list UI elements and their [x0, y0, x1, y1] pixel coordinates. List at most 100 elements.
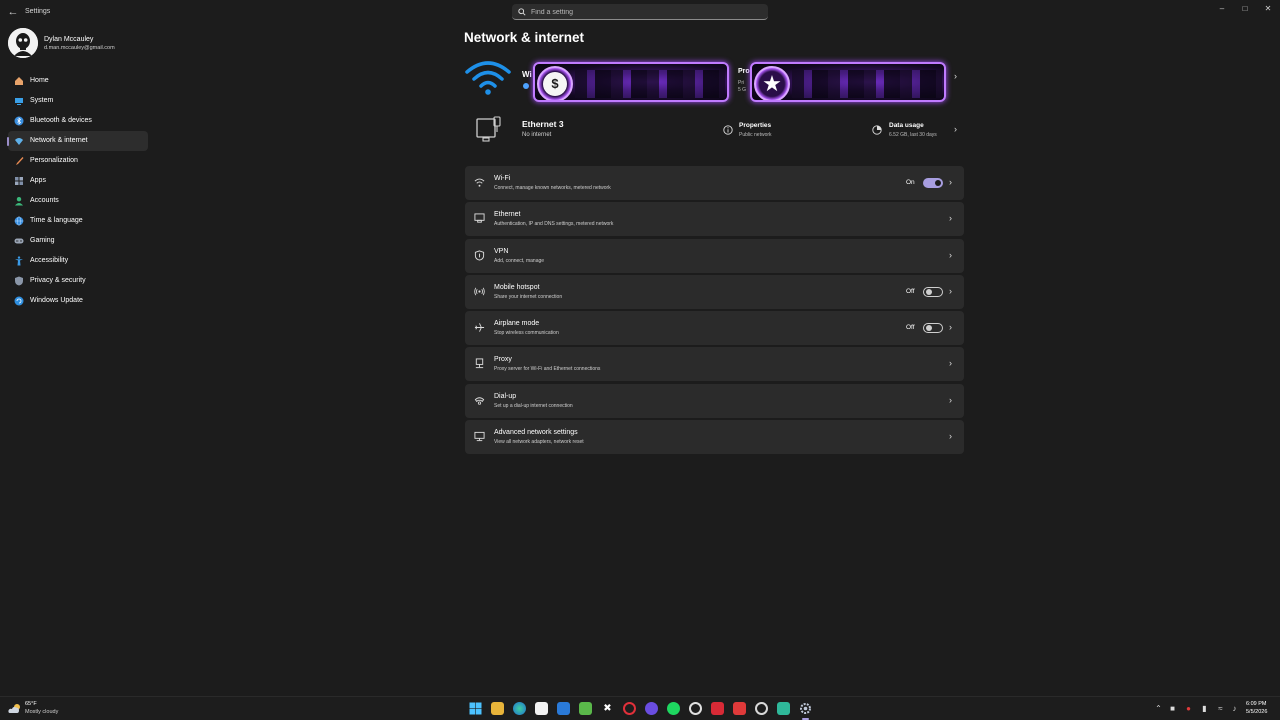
tray-record-icon[interactable]: ● [1184, 704, 1193, 713]
sidebar-item-label: Apps [30, 177, 46, 184]
chevron-right-icon[interactable]: › [949, 250, 952, 260]
search-box[interactable] [512, 4, 768, 20]
chevron-right-icon[interactable]: › [949, 358, 952, 368]
gamepad-icon [14, 238, 24, 244]
volume-icon[interactable]: ♪ [1230, 704, 1239, 713]
sidebar-item-gaming[interactable]: Gaming [8, 231, 148, 251]
search-input[interactable] [531, 5, 751, 19]
settings-taskbar-icon[interactable] [799, 702, 812, 720]
sidebar-item-label: Time & language [30, 217, 83, 224]
back-button[interactable]: ← [6, 5, 20, 19]
apps-icon [15, 177, 23, 185]
bluetooth-icon [14, 116, 24, 126]
app-red-icon[interactable] [711, 702, 724, 715]
avatar[interactable] [8, 28, 38, 58]
chevron-right-icon[interactable]: › [954, 71, 957, 81]
wifi-tray-icon[interactable]: ≈ [1216, 704, 1225, 713]
star-badge: ★ [754, 66, 790, 100]
wifi-network-label[interactable]: Wi [522, 70, 532, 79]
weather-description[interactable]: Mostly cloudy [25, 709, 58, 715]
row-mobile-hotspot[interactable]: Mobile hotspot Share your internet conne… [465, 274, 964, 309]
row-ethernet[interactable]: Ethernet Authentication, IP and DNS sett… [465, 202, 964, 237]
chevron-up-icon[interactable]: ⌃ [1154, 704, 1163, 713]
sidebar-item-label: Gaming [30, 237, 55, 244]
sidebar-item-time-language[interactable]: Time & language [8, 211, 148, 231]
sidebar-item-home[interactable]: Home [8, 71, 148, 91]
row-subtitle: Proxy server for Wi-Fi and Ethernet conn… [494, 366, 601, 373]
data-usage-sub: 6.52 GB, last 30 days [889, 132, 937, 138]
cloud-icon[interactable] [8, 703, 22, 714]
page-title: Network & internet [464, 30, 585, 45]
opera-icon[interactable] [623, 702, 636, 715]
clock-time[interactable]: 6:09 PM [1246, 701, 1266, 707]
mobile-hotspot-toggle[interactable] [923, 286, 943, 297]
app-green-icon[interactable] [777, 702, 790, 715]
toggle-state-label: Off [906, 324, 915, 332]
banner-texture [792, 70, 942, 98]
minimize-button[interactable]: – [1212, 3, 1232, 15]
edge-icon[interactable] [513, 702, 526, 715]
sidebar-item-bluetooth[interactable]: Bluetooth & devices [8, 111, 148, 131]
steam-icon[interactable] [689, 702, 702, 715]
chevron-right-icon[interactable]: › [954, 124, 957, 134]
wifi-toggle[interactable] [923, 178, 943, 188]
microphone-icon[interactable]: ▮ [1200, 704, 1209, 713]
recorder-icon[interactable] [733, 702, 746, 715]
clock-date[interactable]: 5/5/2026 [1246, 709, 1267, 715]
sidebar-item-accounts[interactable]: Accounts [8, 191, 148, 211]
properties-sub: Public network [739, 132, 772, 138]
weather-temperature[interactable]: 65°F [25, 701, 37, 707]
data-usage-link[interactable]: Data usage [889, 122, 924, 129]
toggle-state-label: Off [906, 287, 915, 295]
sidebar-item-system[interactable]: System [8, 91, 148, 111]
wifi-properties-label[interactable]: Pro [738, 68, 750, 75]
sidebar-item-personalization[interactable]: Personalization [8, 151, 148, 171]
sidebar-item-apps[interactable]: Apps [8, 171, 148, 191]
globe-icon [14, 216, 24, 226]
user-name: Dylan Mccauley [44, 36, 94, 43]
row-subtitle: Authentication, IP and DNS settings, met… [494, 221, 614, 228]
notepad-icon[interactable] [579, 702, 592, 715]
chevron-right-icon[interactable]: › [949, 431, 952, 441]
chevron-right-icon[interactable]: › [949, 395, 952, 405]
gear-icon [800, 703, 811, 714]
sidebar-item-windows-update[interactable]: Windows Update [8, 291, 148, 311]
row-airplane-mode[interactable]: Airplane mode Stop wireless communicatio… [465, 311, 964, 346]
row-vpn[interactable]: VPN Add, connect, manage › [465, 238, 964, 273]
airplane-mode-toggle[interactable] [923, 323, 943, 334]
row-advanced-network-settings[interactable]: Advanced network settings View all netwo… [465, 420, 964, 455]
store-icon[interactable] [535, 702, 548, 715]
properties-link[interactable]: Properties [739, 122, 771, 129]
close-button[interactable]: ✕ [1258, 3, 1278, 15]
row-wifi[interactable]: Wi-Fi Connect, manage known networks, me… [465, 166, 964, 200]
tray-app-icon[interactable]: ■ [1168, 704, 1177, 713]
row-proxy[interactable]: Proxy Proxy server for Wi-Fi and Etherne… [465, 347, 964, 382]
row-subtitle: Connect, manage known networks, metered … [494, 185, 611, 191]
chevron-right-icon[interactable]: › [949, 177, 952, 187]
chrome-icon[interactable] [755, 702, 768, 715]
row-title: Ethernet [494, 211, 521, 219]
row-title: Mobile hotspot [494, 283, 540, 291]
discord-icon[interactable] [645, 702, 658, 715]
chevron-right-icon[interactable]: › [949, 286, 952, 296]
maximize-button[interactable]: □ [1235, 3, 1255, 15]
sidebar-item-accessibility[interactable]: Accessibility [8, 251, 148, 271]
sidebar-item-network[interactable]: Network & internet [7, 131, 148, 151]
chevron-right-icon[interactable]: › [949, 322, 952, 332]
accounts-icon [15, 197, 23, 206]
capcut-icon[interactable]: ✖ [601, 702, 614, 715]
row-dial-up[interactable]: Dial-up Set up a dial-up internet connec… [465, 383, 964, 418]
overlay-banner-star: ★ [750, 62, 946, 102]
toggle-knob [935, 180, 941, 186]
chevron-right-icon[interactable]: › [949, 213, 952, 223]
update-icon [14, 296, 24, 306]
network-icon [15, 138, 23, 145]
start-button[interactable] [469, 702, 482, 715]
user-profile[interactable]: Dylan Mccauley d.man.mccauley@gmail.com [8, 28, 168, 60]
sidebar-item-privacy[interactable]: Privacy & security [8, 271, 148, 291]
status-dot [523, 83, 529, 89]
file-explorer-icon[interactable] [491, 702, 504, 715]
spotify-icon[interactable] [667, 702, 680, 715]
sidebar-item-label: Personalization [30, 157, 78, 164]
mail-icon[interactable] [557, 702, 570, 715]
